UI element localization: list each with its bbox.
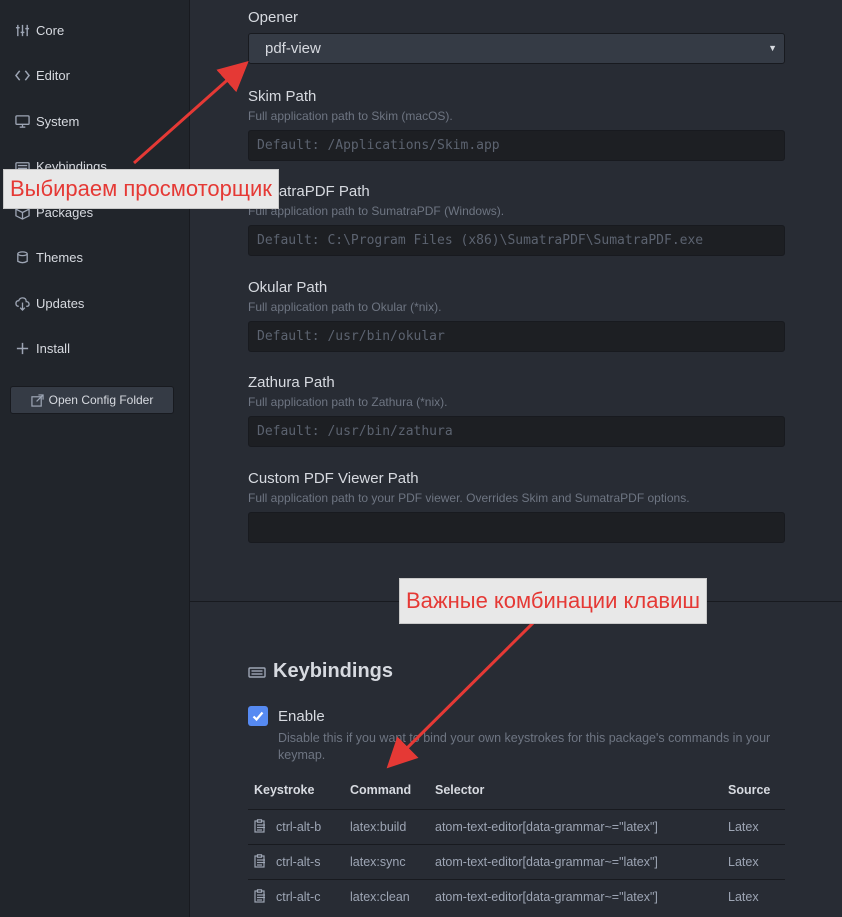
sidebar-item-themes[interactable]: Themes [14,245,83,269]
opener-select[interactable]: pdf-view ▼ [248,33,785,64]
monitor-icon [14,113,30,129]
link-external-icon [30,393,44,407]
custom-viewer-desc: Full application path to your PDF viewer… [248,491,690,505]
sidebar-item-label: Editor [36,67,70,83]
open-config-folder-label: Open Config Folder [48,393,154,407]
okular-path-desc: Full application path to Okular (*nix). [248,300,442,314]
keystroke-cell: ctrl-alt-s [276,855,321,869]
zathura-path-input[interactable]: Default: /usr/bin/zathura [248,416,785,447]
sidebar-item-label: Core [36,22,65,38]
command-cell: latex:build [350,820,407,834]
okular-path-input[interactable]: Default: /usr/bin/okular [248,321,785,352]
keystroke-cell: ctrl-alt-c [276,890,321,904]
keystroke-cell: ctrl-alt-b [276,820,322,834]
source-cell: Latex [728,855,759,869]
sidebar-item-updates[interactable]: Updates [14,291,84,315]
zathura-path-label: Zathura Path [248,374,335,391]
sliders-icon [14,22,30,38]
opener-label: Opener [248,9,299,26]
column-header-keystroke: Keystroke [254,783,315,797]
source-cell: Latex [728,820,759,834]
source-cell: Latex [728,890,759,904]
sidebar-item-system[interactable]: System [14,109,79,133]
okular-path-placeholder: Default: /usr/bin/okular [257,329,445,344]
zathura-path-placeholder: Default: /usr/bin/zathura [257,424,453,439]
settings-panel: Opener pdf-view ▼ Skim Path Full applica… [190,0,842,917]
sumatra-path-placeholder: Default: C:\Program Files (x86)\SumatraP… [257,233,704,248]
sidebar-item-core[interactable]: Core [14,18,64,42]
skim-path-placeholder: Default: /Applications/Skim.app [257,138,500,153]
column-header-selector: Selector [435,783,485,797]
column-header-source: Source [728,783,771,797]
caret-down-icon: ▼ [768,43,777,53]
settings-sidebar: Core Editor System Keybindings Packages … [0,0,190,917]
selector-cell: atom-text-editor[data-grammar~="latex"] [435,890,658,904]
skim-path-input[interactable]: Default: /Applications/Skim.app [248,130,785,161]
selector-cell: atom-text-editor[data-grammar~="latex"] [435,820,658,834]
okular-path-label: Okular Path [248,279,328,296]
skim-path-desc: Full application path to Skim (macOS). [248,109,453,123]
opener-select-value: pdf-view [265,40,321,57]
clippy-icon[interactable] [253,854,267,868]
open-config-folder-button[interactable]: Open Config Folder [10,386,174,414]
keyboard-icon [248,663,266,681]
table-row[interactable]: ctrl-alt-b latex:build atom-text-editor[… [248,809,785,844]
command-cell: latex:clean [350,890,410,904]
enable-label[interactable]: Enable [278,708,325,725]
column-header-command: Command [350,783,412,797]
sidebar-item-label: Themes [36,249,83,265]
skim-path-label: Skim Path [248,88,317,105]
annotation-keys-callout: Важные комбинации клавиш [399,578,708,624]
sumatra-path-input[interactable]: Default: C:\Program Files (x86)\SumatraP… [248,225,785,256]
keybindings-section-title: Keybindings [248,660,393,683]
sidebar-item-label: Install [36,340,70,356]
cloud-download-icon [14,295,30,311]
keybindings-title-text: Keybindings [273,660,394,682]
command-cell: latex:sync [350,855,406,869]
table-row[interactable]: ctrl-alt-c latex:clean atom-text-editor[… [248,879,785,914]
sidebar-item-label: Updates [36,295,85,311]
zathura-path-desc: Full application path to Zathura (*nix). [248,395,448,409]
paintcan-icon [14,249,30,265]
custom-viewer-input[interactable] [248,512,785,543]
enable-description: Disable this if you want to bind your ow… [278,731,771,762]
annotation-viewer-callout: Выбираем просмоторщик [3,169,279,209]
clippy-icon[interactable] [253,889,267,903]
plus-icon [14,340,30,356]
table-row[interactable]: ctrl-alt-s latex:sync atom-text-editor[d… [248,844,785,879]
check-icon [252,711,264,722]
custom-viewer-label: Custom PDF Viewer Path [248,470,419,487]
enable-checkbox[interactable] [248,706,268,726]
selector-cell: atom-text-editor[data-grammar~="latex"] [435,855,658,869]
code-icon [14,67,30,83]
sidebar-item-install[interactable]: Install [14,336,70,360]
sidebar-item-editor[interactable]: Editor [14,63,70,87]
sidebar-item-label: System [36,113,80,129]
sumatra-path-desc: Full application path to SumatraPDF (Win… [248,204,505,218]
clippy-icon[interactable] [253,819,267,833]
